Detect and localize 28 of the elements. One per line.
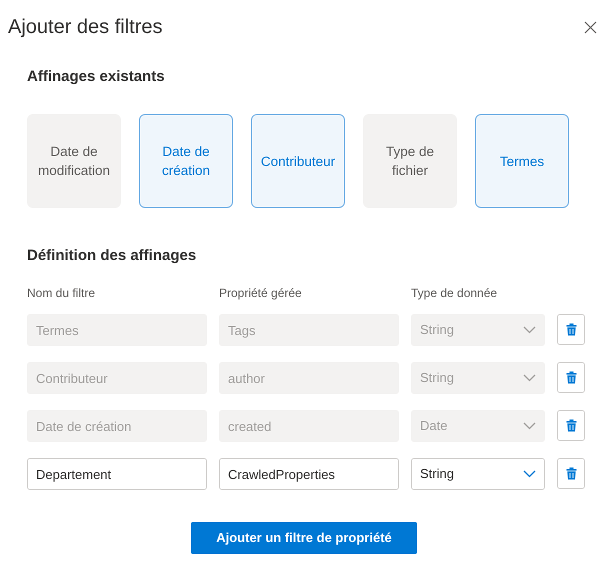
delete-button[interactable] xyxy=(557,410,585,441)
chevron-down-icon xyxy=(523,326,536,334)
add-filter-button[interactable]: Ajouter un filtre de propriété xyxy=(191,522,417,554)
column-label: Nom du filtre xyxy=(27,285,96,302)
column-label: Type de donnée xyxy=(411,285,498,302)
refiner-tile[interactable]: Date de modification xyxy=(27,114,121,208)
dialog-title: Ajouter des filtres xyxy=(8,15,163,40)
column-label: Propriété gérée xyxy=(219,285,303,302)
trash-icon xyxy=(566,467,577,480)
refiner-tile[interactable]: Termes xyxy=(475,114,569,208)
trash-icon xyxy=(566,323,577,336)
delete-button[interactable] xyxy=(557,362,585,393)
refiner-tile[interactable]: Date de création xyxy=(139,114,233,208)
managed-property-field[interactable]: CrawledProperties xyxy=(219,458,399,490)
close-icon xyxy=(584,20,596,34)
section-heading: Affinages existants xyxy=(27,67,166,87)
chevron-down-icon xyxy=(523,470,536,478)
data-type-dropdown[interactable]: String xyxy=(411,458,546,490)
delete-button[interactable] xyxy=(557,458,585,489)
chevron-down-icon xyxy=(523,374,536,382)
refiner-tile[interactable]: Contributeur xyxy=(251,114,345,208)
chevron-down-icon xyxy=(523,422,536,430)
refiner-tile[interactable]: Type de fichier xyxy=(363,114,457,208)
delete-button[interactable] xyxy=(557,314,585,345)
trash-icon xyxy=(566,371,577,384)
trash-icon xyxy=(566,419,577,432)
filter-name-field[interactable]: Departement xyxy=(27,458,207,490)
section-heading: Définition des affinages xyxy=(27,246,198,266)
